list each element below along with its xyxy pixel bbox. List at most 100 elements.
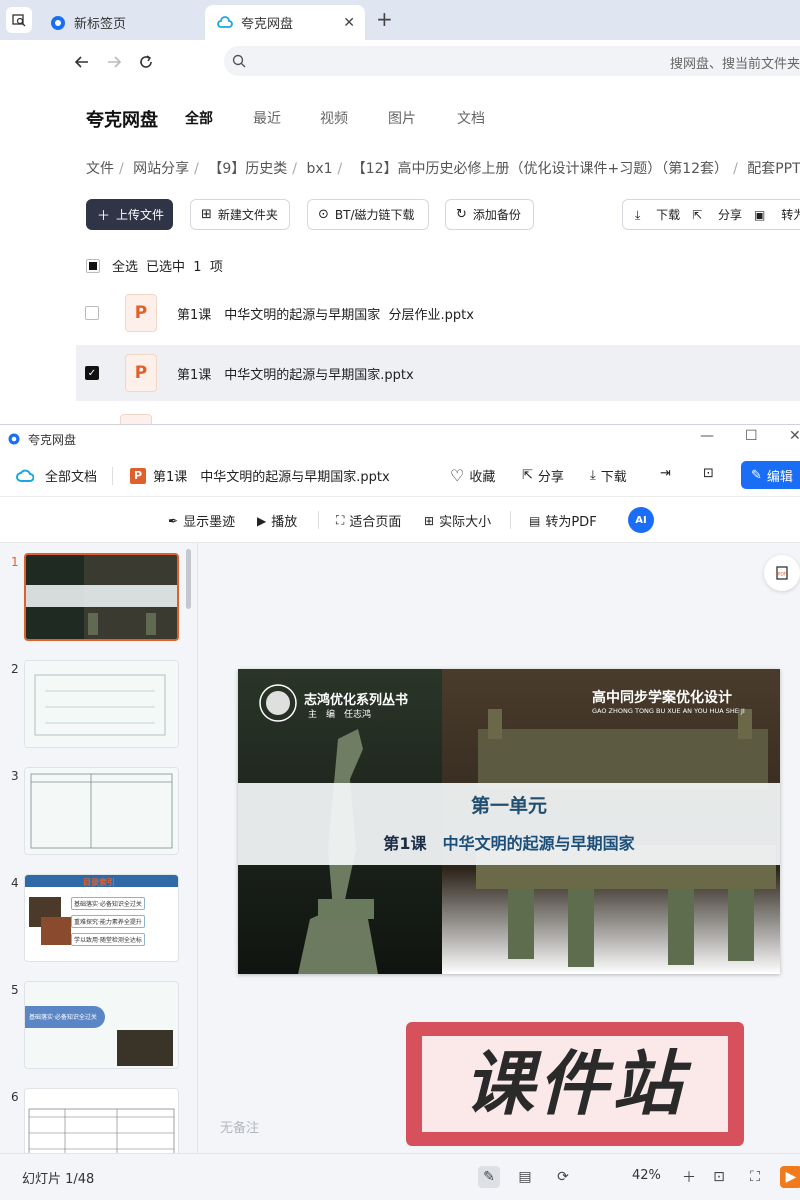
tab-recent[interactable]: 最近 <box>253 108 281 128</box>
select-all-checkbox[interactable] <box>86 258 100 273</box>
close-icon[interactable]: ✕ <box>343 15 355 31</box>
backup-icon: ↻ <box>456 207 467 222</box>
tab-quark-drive[interactable]: 夸克网盘 ✕ <box>205 5 365 40</box>
thumbnail-6[interactable] <box>24 1088 179 1153</box>
browser-tab-bar: 新标签页 夸克网盘 ✕ + <box>0 0 800 40</box>
download-button[interactable]: ⤓ 下载 <box>635 206 680 223</box>
breadcrumb-item[interactable]: 【9】历史类 <box>208 161 287 177</box>
tab-label: 夸克网盘 <box>241 17 294 32</box>
thumb-text: 基础落实·必备知识全过关 <box>29 1014 97 1021</box>
back-icon[interactable] <box>70 50 94 74</box>
to-pdf-button[interactable]: ▤ 转为PDF <box>529 511 597 531</box>
file-row-selected[interactable]: ✓ P 第1课 中华文明的起源与早期国家.pptx <box>76 345 800 401</box>
convert-button[interactable]: ▣ 转为 <box>754 206 800 223</box>
slide-pinyin: GAO ZHONG TONG BU XUE AN YOU HUA SHE JI <box>592 707 745 715</box>
rotate-icon[interactable]: ⟳ <box>552 1166 574 1188</box>
breadcrumb-item[interactable]: bx1 <box>306 161 332 177</box>
file-checkbox[interactable]: ✓ <box>85 366 99 380</box>
play-button[interactable]: ▶ 播放 <box>257 511 297 531</box>
thumbnail-item[interactable]: 4 目录索引 基础落实·必备知识全过关 重难探究·能力素养全提升 学以致用·随堂… <box>0 874 186 966</box>
actual-size-icon: ⊞ <box>424 513 435 528</box>
actual-size-button[interactable]: ⊞ 实际大小 <box>424 511 491 531</box>
breadcrumb-item[interactable]: 网站分享 <box>133 161 189 177</box>
tab-new-tab[interactable]: 新标签页 <box>38 5 203 40</box>
pencil-icon: ✎ <box>751 467 762 483</box>
feedback-icon[interactable]: ⊡ <box>703 466 714 481</box>
thumbnail-item[interactable]: 5 基础落实·必备知识全过关 <box>0 981 186 1073</box>
tab-search-icon[interactable] <box>6 7 32 33</box>
thumbnail-item[interactable]: 6 <box>0 1088 186 1153</box>
status-bar: 幻灯片 1/48 ✎ ▤ ⟳ 42% ＋ ⊡ ⛶ ▶ <box>0 1153 800 1200</box>
file-checkbox[interactable] <box>85 306 99 320</box>
play-icon: ▶ <box>257 513 267 528</box>
reload-icon[interactable] <box>134 50 158 74</box>
download-icon: ⤓ <box>590 468 596 483</box>
pptx-file-icon <box>120 414 152 424</box>
thumb-number: 1 <box>11 555 19 569</box>
brand-title: 夸克网盘 <box>86 110 158 131</box>
quark-cloud-icon <box>217 15 233 28</box>
ai-assistant-button[interactable]: AI <box>628 507 654 533</box>
thumbnail-4[interactable]: 目录索引 基础落实·必备知识全过关 重难探究·能力素养全提升 学以致用·随堂检测… <box>24 874 179 962</box>
upload-button[interactable]: ＋上传文件 <box>86 199 173 230</box>
thumbnail-item[interactable]: 3 <box>0 767 186 859</box>
thumbnail-2[interactable] <box>24 660 179 748</box>
play-slideshow-icon[interactable]: ▶ <box>780 1166 800 1188</box>
close-window-icon[interactable]: ✕ <box>789 428 800 444</box>
fullscreen-icon[interactable]: ⛶ <box>744 1166 766 1188</box>
tab-video[interactable]: 视频 <box>320 108 348 128</box>
search-icon <box>232 54 246 68</box>
breadcrumb-item[interactable]: 【12】高中历史必修上册（优化设计课件+习题）（第12套） <box>352 161 728 177</box>
file-name[interactable]: 第1课 中华文明的起源与早期国家 分层作业.pptx <box>177 304 474 323</box>
open-external-icon[interactable]: ⇥ <box>660 466 671 481</box>
slide-thumbnail-image <box>25 1089 178 1153</box>
download-button[interactable]: ⤓ 下载 <box>590 466 627 485</box>
breadcrumb-item[interactable]: 配套PPT课 <box>747 161 800 177</box>
omnibox-placeholder: 搜网盘、搜当前文件夹 <box>669 57 800 72</box>
tab-document[interactable]: 文档 <box>457 108 485 128</box>
forward-icon[interactable] <box>102 50 126 74</box>
plus-icon: ＋ <box>97 209 111 224</box>
fit-screen-icon[interactable]: ⊡ <box>708 1166 730 1188</box>
favorite-button[interactable]: ♡ 收藏 <box>450 466 495 485</box>
zoom-level: 42% <box>632 1168 661 1183</box>
share-button[interactable]: ⇱ 分享 <box>522 466 564 485</box>
thumbnail-5[interactable]: 基础落实·必备知识全过关 <box>24 981 179 1069</box>
file-row[interactable]: P 第1课 中华文明的起源与早期国家 分层作业.pptx <box>76 285 800 341</box>
pptx-file-icon: P <box>125 294 157 332</box>
pdf-export-float-icon[interactable]: PDF <box>764 555 800 591</box>
new-folder-button[interactable]: ⊞ 新建文件夹 <box>190 199 290 230</box>
thumb-text: 基础落实·必备知识全过关 <box>71 897 145 910</box>
bt-download-button[interactable]: ⊙ BT/磁力链下载 <box>307 199 429 230</box>
select-all-label[interactable]: 全选 <box>112 256 138 275</box>
tab-image[interactable]: 图片 <box>388 108 416 128</box>
sidebar-scrollbar[interactable] <box>186 549 191 609</box>
slide-editor: 主 编 任志鸿 <box>308 710 372 720</box>
new-tab-button[interactable]: + <box>376 7 393 31</box>
thumb-number: 3 <box>11 769 19 783</box>
fit-page-button[interactable]: ⛶ 适合页面 <box>336 511 401 530</box>
window-title: 夸克网盘 <box>28 433 77 447</box>
show-ink-button[interactable]: ✒ 显示墨迹 <box>168 511 235 531</box>
all-docs-button[interactable]: 全部文档 <box>16 466 97 485</box>
add-backup-button[interactable]: ↻ 添加备份 <box>445 199 534 230</box>
thumbnail-item[interactable]: 1 <box>0 553 186 645</box>
thumbnail-3[interactable] <box>24 767 179 855</box>
edit-button[interactable]: ✎ 编辑 <box>741 461 800 489</box>
tab-all[interactable]: 全部 <box>185 108 213 128</box>
omnibox[interactable]: 搜网盘、搜当前文件夹 <box>224 46 800 76</box>
ink-toggle-icon[interactable]: ✎ <box>478 1166 500 1188</box>
file-name[interactable]: 第1课 中华文明的起源与早期国家.pptx <box>177 364 414 383</box>
watermark-text: 课件站 <box>464 1043 686 1125</box>
thumbnail-item[interactable]: 2 <box>0 660 186 752</box>
maximize-icon[interactable]: ☐ <box>745 428 758 444</box>
notes-icon[interactable]: ▤ <box>514 1166 536 1188</box>
share-icon: ⇱ <box>522 468 533 483</box>
file-action-group: ⤓ 下载 ⇱ 分享 ▣ 转为 <box>622 199 800 230</box>
thumb-number: 6 <box>11 1090 19 1104</box>
breadcrumb-item[interactable]: 文件 <box>86 161 114 177</box>
minimize-icon[interactable]: — <box>700 428 714 444</box>
thumbnail-1[interactable] <box>24 553 179 641</box>
zoom-in-icon[interactable]: ＋ <box>678 1166 700 1188</box>
share-button[interactable]: ⇱ 分享 <box>692 206 742 223</box>
